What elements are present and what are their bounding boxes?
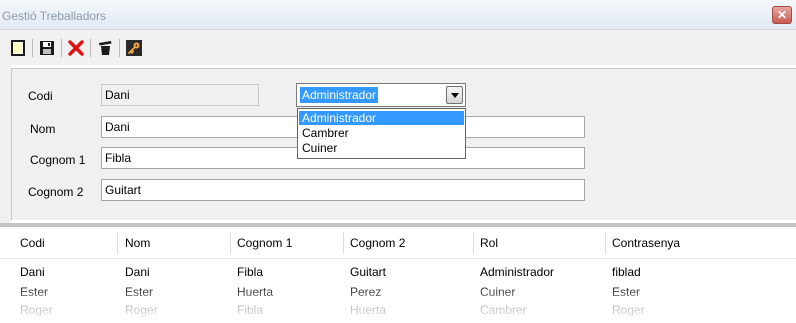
toolbar-separator: [61, 39, 62, 57]
cognom1-value: Fibla: [105, 151, 132, 165]
delete-button[interactable]: [66, 38, 86, 58]
close-icon: ✕: [776, 8, 788, 22]
delete-icon: [68, 40, 84, 56]
table-cell: Perez: [350, 285, 382, 299]
cognom1-label: Cognom 1: [30, 153, 86, 167]
table-cell: Cambrer: [480, 303, 527, 317]
trash-icon: [99, 41, 112, 55]
table-cell: Cuiner: [480, 285, 516, 299]
trash-button[interactable]: [95, 38, 115, 58]
password-button[interactable]: [124, 38, 144, 58]
chevron-down-icon: [450, 92, 459, 98]
column-divider[interactable]: [117, 232, 118, 254]
rol-option[interactable]: Cuiner: [299, 141, 464, 155]
save-button[interactable]: [37, 38, 57, 58]
nom-label: Nom: [30, 122, 56, 136]
table-cell: Ester: [125, 285, 154, 299]
codi-field[interactable]: Dani: [101, 84, 259, 106]
toolbar: [0, 30, 796, 65]
dropdown-button[interactable]: [446, 86, 463, 104]
rol-option[interactable]: Cambrer: [299, 126, 464, 140]
rol-combobox[interactable]: Administrador: [296, 83, 466, 107]
key-icon: [126, 40, 142, 56]
column-header-cognom2[interactable]: Cognom 2: [350, 236, 405, 250]
column-header-codi[interactable]: Codi: [20, 236, 45, 250]
title-bar: Gestió Treballadors ✕: [0, 0, 796, 30]
cognom2-value: Guitart: [105, 183, 142, 197]
window-title: Gestió Treballadors: [2, 9, 107, 23]
table-cell: fiblad: [612, 265, 641, 279]
column-divider[interactable]: [343, 232, 344, 254]
table-cell: Ester: [612, 285, 641, 299]
close-button[interactable]: ✕: [772, 6, 792, 24]
new-document-icon: [11, 40, 25, 56]
codi-value: Dani: [105, 88, 130, 102]
table-cell: Guitart: [350, 265, 387, 279]
table-cell: Fibla: [237, 265, 264, 279]
codi-label: Codi: [28, 89, 53, 103]
table-cell: Dani: [125, 265, 150, 279]
column-header-nom[interactable]: Nom: [125, 236, 150, 250]
column-divider[interactable]: [473, 232, 474, 254]
workers-grid: Codi Nom Cognom 1 Cognom 2 Rol Contrasen…: [0, 227, 796, 323]
table-cell: Roger: [612, 303, 645, 317]
table-cell: Huerta: [350, 303, 387, 317]
toolbar-separator: [119, 39, 120, 57]
toolbar-separator: [32, 39, 33, 57]
table-cell: Administrador: [480, 265, 555, 279]
column-header-contrasenya[interactable]: Contrasenya: [612, 236, 680, 250]
table-cell: Roger: [125, 303, 158, 317]
save-icon: [40, 41, 54, 55]
rol-dropdown-list: Administrador Cambrer Cuiner: [297, 108, 466, 159]
new-button[interactable]: [8, 38, 28, 58]
table-cell: Roger: [20, 303, 53, 317]
column-divider[interactable]: [605, 232, 606, 254]
table-cell: Dani: [20, 265, 45, 279]
table-cell: Huerta: [237, 285, 274, 299]
cognom2-label: Cognom 2: [28, 185, 84, 199]
column-header-cognom1[interactable]: Cognom 1: [237, 236, 292, 250]
rol-selected-value: Administrador: [300, 87, 379, 103]
cognom2-field[interactable]: Guitart: [101, 179, 585, 201]
header-divider: [0, 258, 796, 259]
column-divider[interactable]: [230, 232, 231, 254]
column-header-rol[interactable]: Rol: [480, 236, 498, 250]
rol-option[interactable]: Administrador: [299, 111, 464, 125]
table-cell: Fibla: [237, 303, 264, 317]
nom-value: Dani: [105, 120, 130, 134]
panel-margin: [0, 65, 11, 223]
table-cell: Ester: [20, 285, 49, 299]
toolbar-separator: [90, 39, 91, 57]
